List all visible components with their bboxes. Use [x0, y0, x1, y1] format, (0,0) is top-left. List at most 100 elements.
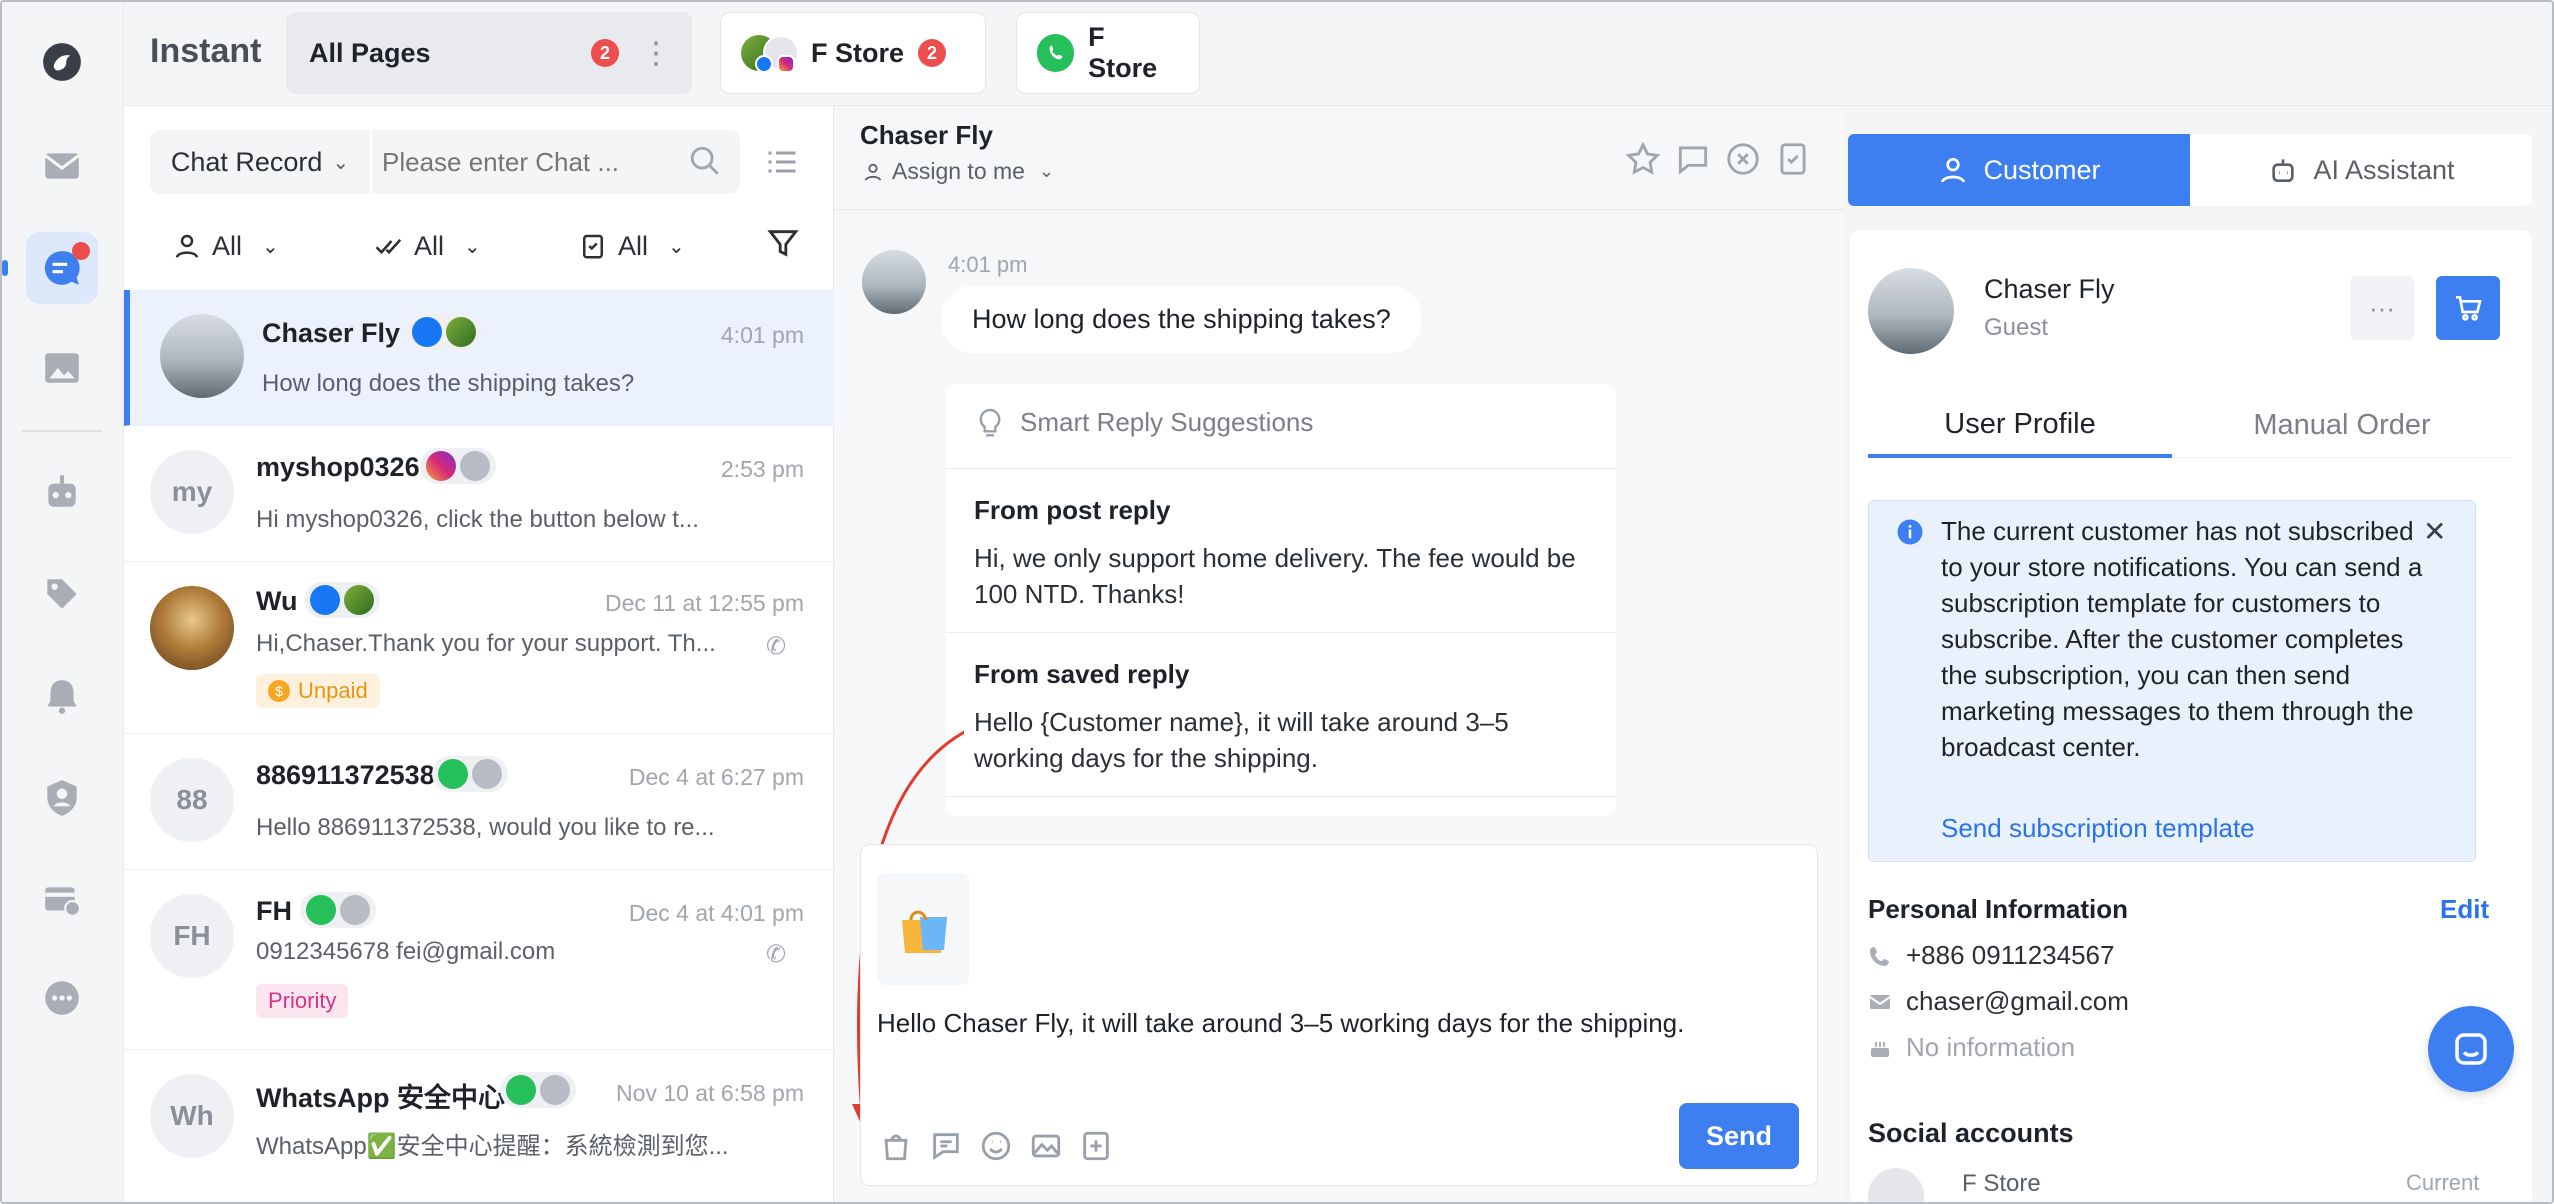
list-item[interactable]: Chaser Fly 4:01 pm How long does the shi… — [124, 290, 834, 426]
suggestion-body: Hi, we only support home delivery. The f… — [974, 543, 1576, 609]
platform-icons — [406, 314, 482, 350]
filter-read-status[interactable]: All ⌄ — [374, 224, 481, 268]
assign-dropdown[interactable]: Assign to me ⌄ — [862, 158, 1054, 185]
support-chat-button[interactable] — [2428, 1006, 2514, 1092]
divider — [946, 796, 1616, 816]
chat-header: Chaser Fly Assign to me ⌄ — [834, 106, 1844, 210]
social-account-status: Current — [2406, 1170, 2480, 1195]
store-f-icon — [460, 451, 490, 481]
whatsapp-icon — [438, 759, 468, 789]
send-button[interactable]: Send — [1679, 1103, 1799, 1169]
timestamp: Dec 4 at 4:01 pm — [628, 900, 804, 926]
platform-icons — [420, 448, 496, 484]
platform-icons — [300, 892, 376, 928]
avatar — [862, 250, 926, 314]
active-indicator — [2, 260, 8, 276]
tab-f-store-multi[interactable]: F Store 2 — [720, 12, 986, 94]
platform-icons — [304, 582, 380, 618]
platform-icons — [432, 756, 508, 792]
badge-label: Priority — [268, 988, 337, 1013]
avatar — [1868, 268, 1954, 354]
cart-icon — [2456, 296, 2482, 321]
more-button[interactable]: ··· — [2350, 276, 2414, 340]
tab-label: All Pages — [309, 37, 431, 68]
clipboard-icon — [583, 234, 603, 259]
cake-icon — [1871, 1041, 1889, 1057]
social-accounts-title: Social accounts — [1868, 1118, 2074, 1148]
search-input[interactable] — [382, 140, 682, 184]
suggestion-title: From saved reply — [974, 659, 1190, 689]
search-type-dropdown[interactable]: Chat Record ⌄ — [150, 130, 372, 194]
badge-label: Unpaid — [298, 678, 368, 703]
birthday-row: No information — [1868, 1032, 2075, 1063]
store-avatars-icon — [741, 33, 799, 73]
list-item[interactable]: my myshop0326 2:53 pm Hi myshop0326, cli… — [124, 426, 834, 562]
shield-user-icon[interactable] — [26, 762, 98, 834]
tab-manual-order[interactable]: Manual Order — [2172, 394, 2512, 458]
filter-label: All — [414, 230, 445, 261]
store-icon — [344, 585, 374, 615]
timestamp: 4:01 pm — [720, 322, 804, 348]
task-icon[interactable] — [1774, 140, 1812, 178]
social-avatar — [1868, 1168, 1924, 1202]
product-attachment[interactable] — [877, 873, 969, 985]
close-icon[interactable]: ✕ — [2423, 515, 2446, 548]
inbox-icon[interactable] — [26, 130, 98, 202]
tab-user-profile[interactable]: User Profile — [1868, 394, 2172, 458]
quick-reply-icon[interactable] — [929, 1129, 963, 1168]
tab-ai-assistant[interactable]: AI Assistant — [2190, 134, 2532, 206]
message-composer[interactable]: Hello Chaser Fly, it will take around 3–… — [860, 844, 1818, 1186]
list-item[interactable]: Wh WhatsApp 安全中心 Nov 10 at 6:58 pm Whats… — [124, 1050, 834, 1202]
suggestion-item[interactable]: From saved reply Hello {Customer name}, … — [946, 632, 1616, 796]
smart-reply-card: Smart Reply Suggestions From post reply … — [946, 384, 1616, 816]
list-view-icon[interactable] — [764, 144, 800, 185]
filter-assignee[interactable]: All ⌄ — [172, 224, 279, 268]
chat-icon[interactable] — [26, 232, 98, 304]
instagram-icon — [426, 451, 456, 481]
bag-icon[interactable] — [879, 1129, 913, 1168]
bell-icon[interactable] — [26, 660, 98, 732]
notice-text: The current customer has not subscribed … — [1941, 516, 2423, 762]
close-chat-icon[interactable] — [1724, 140, 1762, 178]
robot-icon[interactable] — [26, 456, 98, 528]
composer-toolbar — [879, 1129, 1113, 1168]
store-f-icon — [472, 759, 502, 789]
smart-reply-header: Smart Reply Suggestions — [974, 406, 1313, 438]
list-item[interactable]: 88 886911372538 Dec 4 at 6:27 pm Hello 8… — [124, 734, 834, 870]
personal-info-title: Personal Information — [1868, 894, 2129, 924]
divider — [22, 430, 102, 432]
star-icon[interactable] — [1624, 140, 1662, 178]
avatar: Wh — [150, 1074, 234, 1158]
list-item[interactable]: Wu Dec 11 at 12:55 pm Hi,Chaser.Thank yo… — [124, 562, 834, 734]
filter-funnel-icon[interactable] — [766, 226, 800, 265]
cart-button[interactable] — [2436, 276, 2500, 340]
note-icon[interactable] — [1674, 140, 1712, 178]
unread-dot — [72, 242, 90, 260]
list-item[interactable]: FH FH Dec 4 at 4:01 pm 0912345678 fei@gm… — [124, 870, 834, 1050]
kebab-menu-icon[interactable]: ⋮ — [641, 36, 671, 71]
send-subscription-link[interactable]: Send subscription template — [1941, 813, 2255, 844]
tab-all-pages[interactable]: All Pages 2 ⋮ — [286, 12, 692, 94]
filter-task[interactable]: All ⌄ — [578, 224, 685, 268]
card-settings-icon[interactable] — [26, 864, 98, 936]
more-icon[interactable] — [26, 962, 98, 1034]
message-bubble: How long does the shipping takes? — [942, 286, 1421, 353]
suggestion-item[interactable]: From post reply Hi, we only support home… — [946, 468, 1616, 632]
logo-icon — [26, 26, 98, 98]
search-bar: Chat Record ⌄ — [150, 130, 740, 194]
tab-customer[interactable]: Customer — [1848, 134, 2190, 206]
add-template-icon[interactable] — [1079, 1129, 1113, 1168]
chevron-down-icon: ⌄ — [464, 235, 481, 258]
emoji-icon[interactable] — [979, 1129, 1013, 1168]
chevron-down-icon: ⌄ — [332, 151, 350, 174]
tab-f-store-whatsapp[interactable]: F Store — [1016, 12, 1200, 94]
avatar — [150, 586, 234, 670]
composer-text[interactable]: Hello Chaser Fly, it will take around 3–… — [877, 1005, 1797, 1041]
gallery-icon[interactable] — [26, 332, 98, 404]
search-icon[interactable] — [688, 144, 722, 183]
tag-icon[interactable] — [26, 558, 98, 630]
chat-panel: Chaser Fly Assign to me ⌄ 4:01 pm How lo… — [834, 106, 1844, 1202]
edit-link[interactable]: Edit — [2440, 894, 2489, 925]
timestamp: Dec 4 at 6:27 pm — [628, 764, 804, 790]
image-icon[interactable] — [1029, 1129, 1063, 1168]
